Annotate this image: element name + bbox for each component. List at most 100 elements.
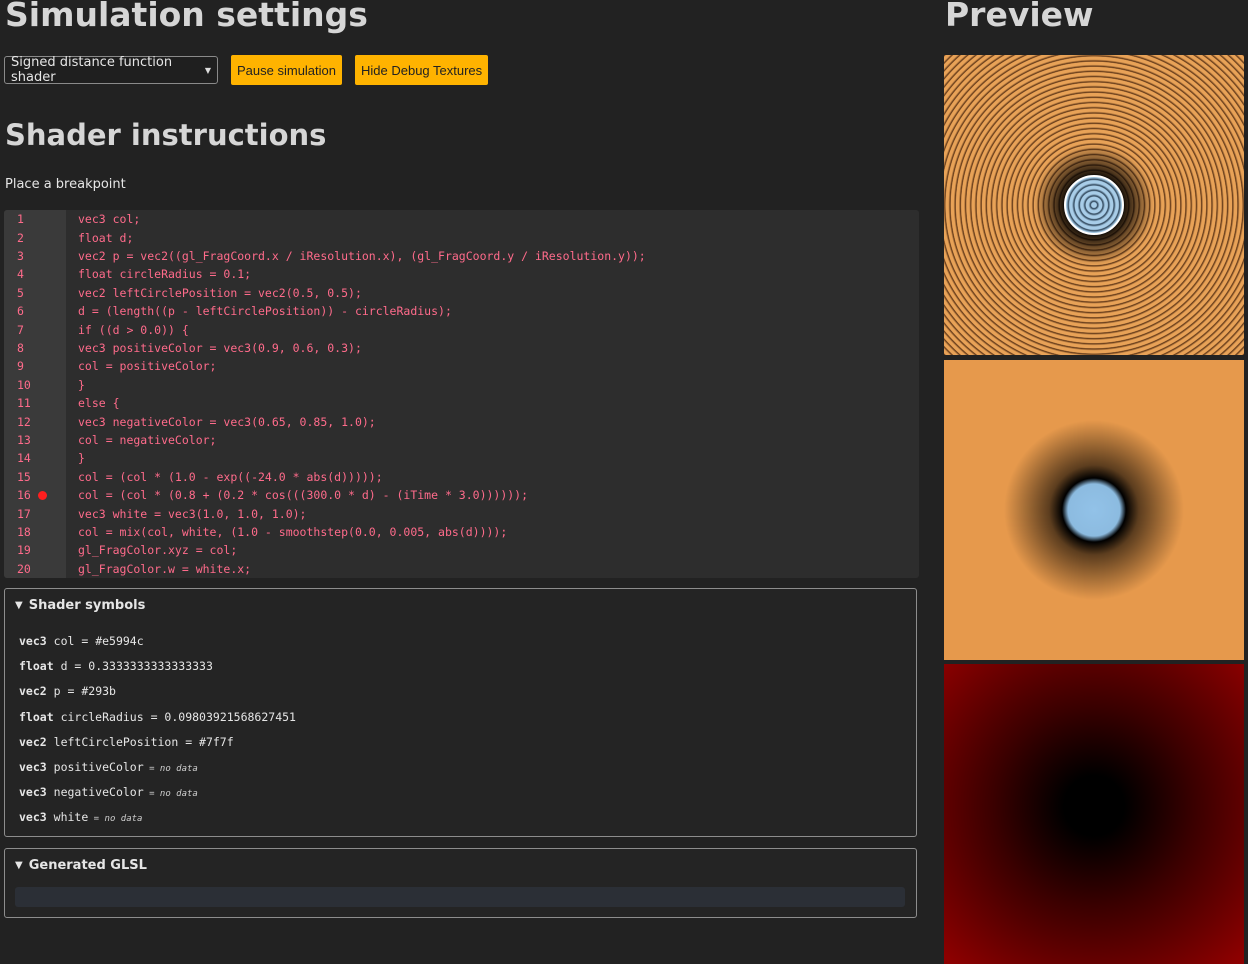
line-number[interactable]: 3: [4, 249, 32, 263]
symbol-row: float circleRadius = 0.09803921568627451: [19, 710, 296, 724]
shader-select-value: Signed distance function shader: [11, 55, 173, 85]
shader-symbols-panel: ▼ Shader symbols vec3 col = #e5994c float…: [4, 588, 917, 837]
symbol-type: vec2: [19, 734, 47, 749]
code-text: vec2 leftCirclePosition = vec2(0.5, 0.5)…: [78, 285, 362, 300]
code-line: 9 col = positiveColor;: [4, 357, 919, 375]
code-line: 6 d = (length((p - leftCirclePosition)) -…: [4, 302, 919, 320]
line-number[interactable]: 20: [4, 562, 32, 576]
symbol-type: vec2: [19, 684, 47, 699]
pause-simulation-button[interactable]: Pause simulation: [231, 55, 342, 85]
code-line: 12 vec3 negativeColor = vec3(0.65, 0.85, …: [4, 412, 919, 430]
triangle-down-icon: ▼: [15, 859, 23, 871]
line-number[interactable]: 15: [4, 470, 32, 484]
symbol-row: vec3 white = no data: [19, 810, 142, 824]
generated-glsl-header[interactable]: ▼ Generated GLSL: [5, 849, 916, 881]
preview-circle: [1064, 175, 1124, 235]
line-number[interactable]: 8: [4, 341, 32, 355]
preview-title: Preview: [945, 0, 1094, 34]
line-number[interactable]: 1: [4, 212, 32, 226]
symbol-row: vec3 negativeColor = no data: [19, 785, 198, 799]
symbol-value: = #7f7f: [178, 734, 234, 749]
line-number[interactable]: 2: [4, 231, 32, 245]
code-line: 8 vec3 positiveColor = vec3(0.9, 0.6, 0.3…: [4, 339, 919, 357]
symbol-row: vec2 p = #293b: [19, 684, 116, 698]
breakpoint-icon[interactable]: [37, 490, 47, 500]
code-line: 15 col = (col * (1.0 - exp((-24.0 * abs(d…: [4, 468, 919, 486]
symbol-value: = #293b: [60, 684, 116, 699]
line-number[interactable]: 18: [4, 525, 32, 539]
generated-glsl-title: Generated GLSL: [28, 857, 147, 873]
symbol-value: = 0.3333333333333333: [67, 659, 213, 674]
page-title: Simulation settings: [5, 0, 368, 34]
code-line: 11 else {: [4, 394, 919, 412]
hide-debug-textures-button[interactable]: Hide Debug Textures: [355, 55, 489, 85]
toolbar: Signed distance function shader ▼ Pause …: [4, 55, 489, 85]
preview-texture-main: [944, 55, 1244, 355]
line-number[interactable]: 10: [4, 378, 32, 392]
code-text: vec3 negativeColor = vec3(0.65, 0.85, 1.…: [78, 414, 376, 429]
symbol-name: d: [60, 659, 68, 674]
code-text: col = (col * (0.8 + (0.2 * cos(((300.0 *…: [78, 488, 529, 503]
symbol-no-data: = no data: [88, 814, 143, 825]
preview-column: Preview: [944, 0, 1248, 964]
code-line: 18 col = mix(col, white, (1.0 - smoothste…: [4, 523, 919, 541]
debug-texture-color: [944, 360, 1244, 660]
symbol-type: vec3: [19, 760, 47, 774]
triangle-down-icon: ▼: [15, 599, 23, 611]
section-title: Shader instructions: [5, 118, 327, 152]
generated-glsl-panel: ▼ Generated GLSL: [4, 848, 917, 918]
code-text: col = negativeColor;: [78, 432, 217, 447]
code-line: 13 col = negativeColor;: [4, 431, 919, 449]
code-text: else {: [78, 396, 120, 411]
shader-symbols-header[interactable]: ▼ Shader symbols: [5, 589, 916, 621]
line-number[interactable]: 5: [4, 286, 32, 300]
code-line: 1 vec3 col;: [4, 210, 919, 228]
line-number[interactable]: 4: [4, 267, 32, 281]
symbol-name: leftCirclePosition: [53, 734, 179, 749]
code-text: if ((d > 0.0)) {: [78, 322, 189, 337]
code-text: col = mix(col, white, (1.0 - smoothstep(…: [78, 524, 508, 539]
code-line: 17 vec3 white = vec3(1.0, 1.0, 1.0);: [4, 504, 919, 522]
line-number[interactable]: 14: [4, 451, 32, 465]
settings-column: Simulation settings Signed distance func…: [0, 0, 924, 918]
chevron-down-icon: ▼: [204, 65, 211, 75]
line-number[interactable]: 19: [4, 543, 32, 557]
symbol-value: = 0.09803921568627451: [143, 709, 296, 724]
code-editor: 1 vec3 col; 2 float d; 3 vec2 p = vec2((gl_Fr…: [4, 210, 919, 578]
symbol-type: vec3: [19, 634, 47, 648]
symbol-name: positiveColor: [53, 760, 144, 774]
code-line: 5 vec2 leftCirclePosition = vec2(0.5, 0.5…: [4, 284, 919, 302]
line-number[interactable]: 7: [4, 323, 32, 337]
line-number[interactable]: 6: [4, 304, 32, 318]
symbol-name: circleRadius: [60, 709, 144, 724]
line-number[interactable]: 16: [4, 488, 32, 502]
code-text: col = positiveColor;: [78, 359, 217, 374]
line-number[interactable]: 12: [4, 415, 32, 429]
symbol-type: float: [19, 659, 54, 674]
shader-symbols-title: Shader symbols: [28, 597, 146, 613]
symbol-type: float: [19, 709, 54, 724]
symbol-row: vec2 leftCirclePosition = #7f7f: [19, 735, 234, 749]
line-number[interactable]: 13: [4, 433, 32, 447]
symbol-name: p: [53, 684, 61, 699]
breakpoint-hint: Place a breakpoint: [5, 177, 126, 192]
code-text: }: [78, 451, 85, 466]
code-text: col = (col * (1.0 - exp((-24.0 * abs(d))…: [78, 469, 383, 484]
code-line: 4 float circleRadius = 0.1;: [4, 265, 919, 283]
debug-texture-distance: [944, 664, 1244, 964]
symbol-value: = #e5994c: [74, 634, 144, 648]
line-number[interactable]: 11: [4, 396, 32, 410]
line-number[interactable]: 17: [4, 507, 32, 521]
code-text: }: [78, 377, 85, 392]
code-text: vec3 positiveColor = vec3(0.9, 0.6, 0.3)…: [78, 340, 362, 355]
breakpoint-slot[interactable]: [32, 490, 52, 500]
symbol-no-data: = no data: [143, 789, 198, 800]
code-text: vec3 col;: [78, 212, 141, 227]
line-number[interactable]: 9: [4, 359, 32, 373]
shader-select[interactable]: Signed distance function shader ▼: [4, 55, 218, 85]
symbol-name: white: [53, 810, 89, 825]
symbol-type: vec3: [19, 785, 47, 800]
code-text: float circleRadius = 0.1;: [78, 267, 252, 282]
symbol-row: float d = 0.3333333333333333: [19, 659, 213, 673]
generated-glsl-code: [15, 887, 905, 907]
